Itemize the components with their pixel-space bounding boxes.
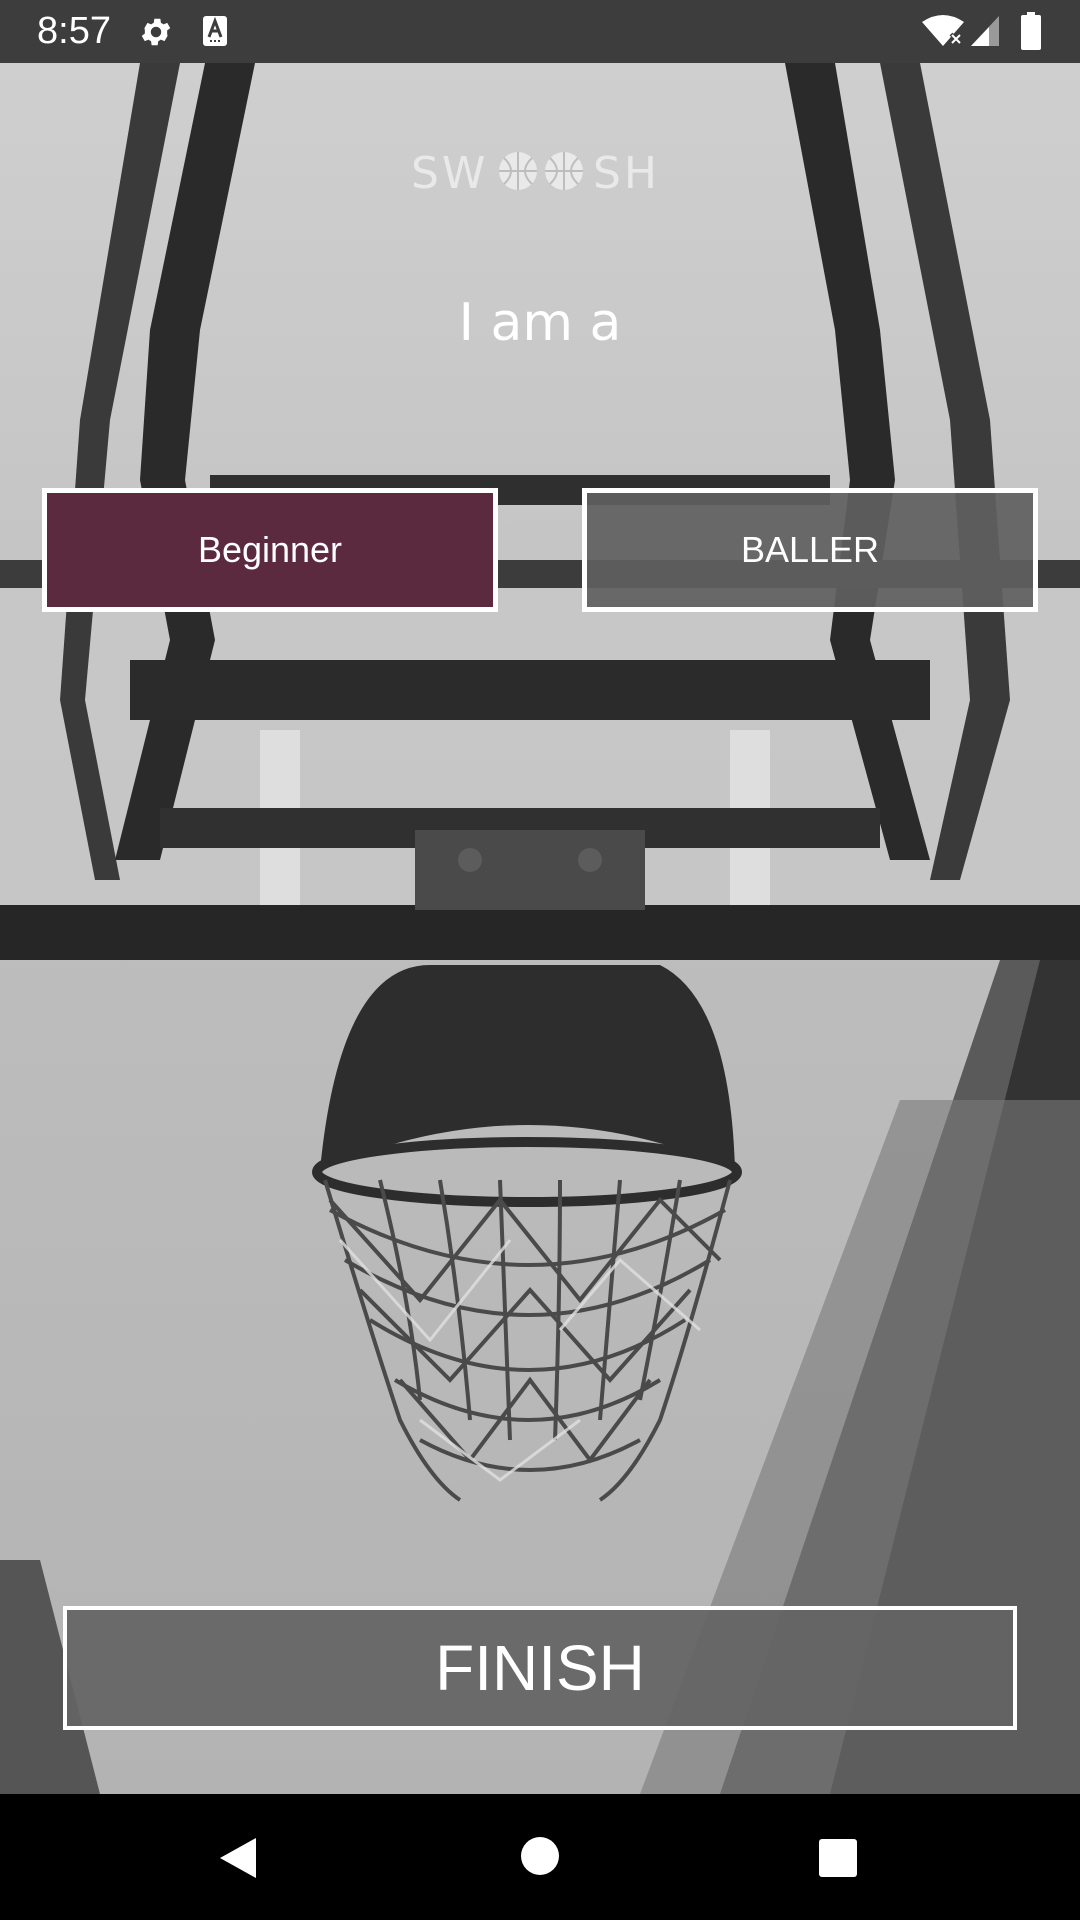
recents-icon[interactable] xyxy=(818,1838,858,1878)
beginner-button-label: Beginner xyxy=(197,529,343,570)
status-bar: 8:57 xyxy=(0,0,1080,63)
home-icon[interactable] xyxy=(520,1836,560,1876)
back-icon[interactable] xyxy=(218,1836,258,1880)
page-heading: I am a xyxy=(458,293,622,353)
signal-icon xyxy=(971,16,999,46)
finish-button[interactable]: FINISH xyxy=(63,1606,1017,1730)
status-time: 8:57 xyxy=(37,10,111,52)
swoosh-logo: SW SH xyxy=(411,148,660,196)
beginner-button[interactable]: Beginner xyxy=(42,488,498,612)
basketball-icon xyxy=(499,152,537,190)
logo-text-left: SW xyxy=(411,148,488,196)
finish-button-label: FINISH xyxy=(435,1632,645,1704)
baller-button-label: BALLER xyxy=(740,529,880,570)
basketball-icon xyxy=(545,152,583,190)
text-a-icon xyxy=(203,16,227,46)
navigation-bar xyxy=(0,1794,1080,1920)
screen: 8:57 SW SH I am a Beginner BALLER FINISH xyxy=(0,0,1080,1920)
battery-icon xyxy=(1021,12,1041,50)
logo-text-right: SH xyxy=(593,148,660,196)
baller-button[interactable]: BALLER xyxy=(582,488,1038,612)
wifi-icon xyxy=(922,15,964,46)
settings-gear-icon xyxy=(141,18,171,46)
